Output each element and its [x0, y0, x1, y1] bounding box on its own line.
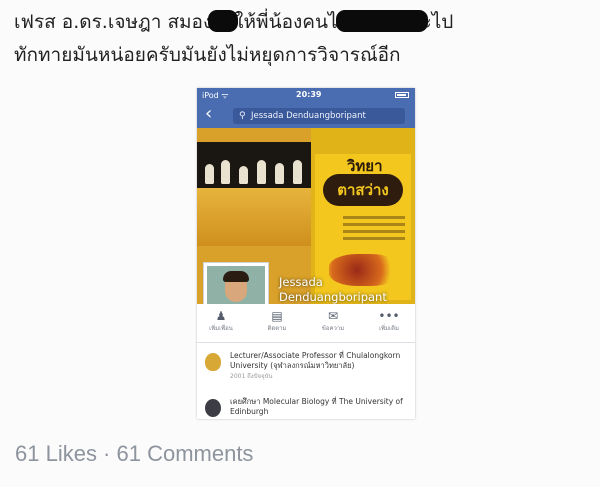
redaction-mark	[208, 9, 239, 32]
figure	[221, 160, 230, 184]
cover-photo-strip	[197, 142, 311, 188]
search-icon: ⚲	[239, 111, 246, 121]
figure	[257, 160, 266, 184]
avatar-photo	[207, 266, 265, 304]
about-education-text: เคยศึกษา Molecular Biology ที่ The Unive…	[230, 397, 408, 417]
status-time: 20:39	[296, 90, 322, 99]
redaction-mark	[335, 9, 428, 32]
about-work-date: 2001 ถึงปัจจุบัน	[230, 373, 273, 380]
action-label: เพิ่มเติม	[379, 325, 399, 332]
figure	[275, 163, 284, 184]
figure	[239, 166, 248, 184]
post-text-line-2: ทักทายมันหน่อยครับมันยังไม่หยุดการวิจารณ…	[14, 44, 401, 66]
action-label: เพิ่มเพื่อน	[209, 325, 233, 332]
avatar-hair	[223, 271, 249, 282]
figure	[205, 164, 214, 184]
about-section: Lecturer/Associate Professor ที่ Chulalo…	[197, 343, 415, 419]
message-button[interactable]: ✉ ข้อความ	[313, 308, 353, 333]
facebook-post: เฟรส อ.ดร.เจษฎา สมอง ให้พี่น้องคนไ ะไป ทัก…	[0, 0, 600, 487]
status-bar: iPod ᯤ 20:39	[197, 88, 415, 102]
figure	[293, 160, 302, 184]
search-field[interactable]: ⚲ Jessada Denduangboripant	[233, 108, 405, 124]
battery-icon	[395, 92, 409, 98]
about-work-text: Lecturer/Associate Professor ที่ Chulalo…	[230, 351, 408, 382]
about-education-text: เคยศึกษา Molecular Biology ที่ The Unive…	[230, 397, 403, 416]
cover-band	[197, 188, 311, 246]
search-query: Jessada Denduangboripant	[251, 111, 366, 121]
add-friend-icon: ♟	[215, 309, 227, 323]
more-button[interactable]: ••• เพิ่มเติม	[369, 308, 409, 333]
action-label: ข้อความ	[321, 325, 345, 332]
post-text-line-1: เฟรส อ.ดร.เจษฎา สมอง ให้พี่น้องคนไ ะไป	[14, 6, 594, 39]
post-text: เฟรส อ.ดร.เจษฎา สมอง ให้พี่น้องคนไ ะไป ทัก…	[14, 6, 594, 72]
post-text-part: ให้พี่น้องคนไ	[234, 11, 338, 33]
more-icon: •••	[378, 309, 400, 323]
cover-photo[interactable]: วิทยา ตาสว่าง Jessada Denduangboripant	[197, 128, 415, 304]
book-text-lines	[343, 216, 405, 250]
university-crest-icon	[205, 353, 221, 371]
follow-button[interactable]: ▤ ติดตาม	[257, 308, 297, 333]
back-arrow-icon[interactable]: ‹	[205, 104, 212, 124]
profile-name[interactable]: Jessada Denduangboripant	[279, 275, 409, 304]
about-work-text: Lecturer/Associate Professor ที่ Chulalo…	[230, 351, 401, 370]
nav-bar: ‹ ⚲ Jessada Denduangboripant	[197, 102, 415, 128]
carrier-label: iPod ᯤ	[202, 91, 229, 100]
profile-avatar[interactable]	[203, 262, 269, 304]
post-text-part: เฟรส อ.ดร.เจษฎา สมอง	[14, 11, 213, 33]
edinburgh-crest-icon	[205, 399, 221, 417]
book-title-main: ตาสว่าง	[323, 174, 403, 206]
profile-actions: ♟ เพิ่มเพื่อน ▤ ติดตาม ✉ ข้อความ ••• เพิ…	[197, 304, 415, 343]
message-icon: ✉	[327, 309, 339, 323]
shared-screenshot[interactable]: iPod ᯤ 20:39 ‹ ⚲ Jessada Denduangboripan…	[197, 88, 415, 419]
likes-comments-count[interactable]: 61 Likes · 61 Comments	[15, 441, 253, 467]
follow-icon: ▤	[271, 309, 283, 323]
action-label: ติดตาม	[267, 325, 287, 332]
add-friend-button[interactable]: ♟ เพิ่มเพื่อน	[201, 308, 241, 333]
